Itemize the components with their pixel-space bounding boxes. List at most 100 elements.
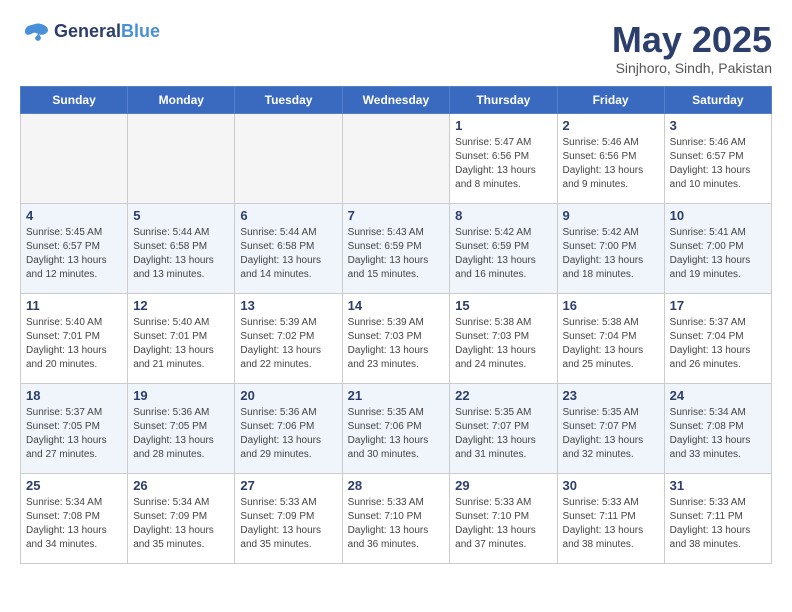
day-number: 13 [240,298,336,313]
day-number: 30 [563,478,659,493]
day-info: Sunrise: 5:33 AM Sunset: 7:11 PM Dayligh… [563,496,659,552]
day-number: 6 [240,208,336,223]
calendar-header-sunday: Sunday [21,86,128,113]
day-number: 24 [670,388,766,403]
calendar-header-monday: Monday [128,86,235,113]
day-number: 14 [348,298,445,313]
day-info: Sunrise: 5:35 AM Sunset: 7:07 PM Dayligh… [455,406,551,462]
calendar-table: SundayMondayTuesdayWednesdayThursdayFrid… [20,86,772,564]
page-header: GeneralBlue May 2025 Sinjhoro, Sindh, Pa… [20,20,772,76]
day-info: Sunrise: 5:37 AM Sunset: 7:05 PM Dayligh… [26,406,122,462]
day-info: Sunrise: 5:39 AM Sunset: 7:03 PM Dayligh… [348,316,445,372]
calendar-header-thursday: Thursday [450,86,557,113]
day-number: 31 [670,478,766,493]
calendar-day-cell: 11Sunrise: 5:40 AM Sunset: 7:01 PM Dayli… [21,293,128,383]
calendar-day-cell: 28Sunrise: 5:33 AM Sunset: 7:10 PM Dayli… [342,473,450,563]
calendar-day-cell: 30 Sunrise: 5:33 AM Sunset: 7:11 PM Dayli… [557,473,664,563]
day-number: 16 [563,298,659,313]
calendar-day-cell: 14 Sunrise: 5:39 AM Sunset: 7:03 PM Dayli… [342,293,450,383]
calendar-header-friday: Friday [557,86,664,113]
calendar-day-cell: 8 Sunrise: 5:42 AM Sunset: 6:59 PM Daylig… [450,203,557,293]
calendar-day-cell: 26Sunrise: 5:34 AM Sunset: 7:09 PM Dayli… [128,473,235,563]
calendar-header-row: SundayMondayTuesdayWednesdayThursdayFrid… [21,86,772,113]
day-info: Sunrise: 5:46 AM Sunset: 6:57 PM Dayligh… [670,136,766,192]
calendar-week-row: 1 Sunrise: 5:47 AM Sunset: 6:56 PM Daylig… [21,113,772,203]
day-info: Sunrise: 5:35 AM Sunset: 7:07 PM Dayligh… [563,406,659,462]
calendar-day-cell: 24 Sunrise: 5:34 AM Sunset: 7:08 PM Dayli… [664,383,771,473]
day-info: Sunrise: 5:45 AM Sunset: 6:57 PM Dayligh… [26,226,122,282]
day-number: 5 [133,208,229,223]
calendar-day-cell: 9 Sunrise: 5:42 AM Sunset: 7:00 PM Daylig… [557,203,664,293]
day-info: Sunrise: 5:41 AM Sunset: 7:00 PM Dayligh… [670,226,766,282]
day-number: 19 [133,388,229,403]
day-number: 8 [455,208,551,223]
calendar-header-wednesday: Wednesday [342,86,450,113]
day-number: 9 [563,208,659,223]
day-info: Sunrise: 5:35 AM Sunset: 7:06 PM Dayligh… [348,406,445,462]
calendar-day-cell: 21 Sunrise: 5:35 AM Sunset: 7:06 PM Dayli… [342,383,450,473]
calendar-header-tuesday: Tuesday [235,86,342,113]
day-info: Sunrise: 5:36 AM Sunset: 7:06 PM Dayligh… [240,406,336,462]
day-number: 4 [26,208,122,223]
day-number: 17 [670,298,766,313]
calendar-day-cell: 1 Sunrise: 5:47 AM Sunset: 6:56 PM Daylig… [450,113,557,203]
calendar-day-cell [235,113,342,203]
title-block: May 2025 Sinjhoro, Sindh, Pakistan [612,20,772,76]
day-info: Sunrise: 5:43 AM Sunset: 6:59 PM Dayligh… [348,226,445,282]
calendar-body: 1 Sunrise: 5:47 AM Sunset: 6:56 PM Daylig… [21,113,772,563]
day-number: 18 [26,388,122,403]
calendar-day-cell: 31 Sunrise: 5:33 AM Sunset: 7:11 PM Dayli… [664,473,771,563]
calendar-week-row: 4 Sunrise: 5:45 AM Sunset: 6:57 PM Daylig… [21,203,772,293]
calendar-day-cell: 23 Sunrise: 5:35 AM Sunset: 7:07 PM Dayli… [557,383,664,473]
calendar-week-row: 25Sunrise: 5:34 AM Sunset: 7:08 PM Dayli… [21,473,772,563]
day-info: Sunrise: 5:44 AM Sunset: 6:58 PM Dayligh… [240,226,336,282]
logo: GeneralBlue [20,20,160,44]
day-number: 12 [133,298,229,313]
day-info: Sunrise: 5:36 AM Sunset: 7:05 PM Dayligh… [133,406,229,462]
day-number: 28 [348,478,445,493]
day-info: Sunrise: 5:47 AM Sunset: 6:56 PM Dayligh… [455,136,551,192]
calendar-day-cell: 29 Sunrise: 5:33 AM Sunset: 7:10 PM Dayli… [450,473,557,563]
day-info: Sunrise: 5:40 AM Sunset: 7:01 PM Dayligh… [26,316,122,372]
day-number: 26 [133,478,229,493]
calendar-day-cell [21,113,128,203]
calendar-day-cell: 4 Sunrise: 5:45 AM Sunset: 6:57 PM Daylig… [21,203,128,293]
calendar-day-cell: 13 Sunrise: 5:39 AM Sunset: 7:02 PM Dayli… [235,293,342,383]
day-number: 25 [26,478,122,493]
day-number: 21 [348,388,445,403]
month-title: May 2025 [612,20,772,60]
day-info: Sunrise: 5:38 AM Sunset: 7:03 PM Dayligh… [455,316,551,372]
calendar-day-cell: 27Sunrise: 5:33 AM Sunset: 7:09 PM Dayli… [235,473,342,563]
day-info: Sunrise: 5:44 AM Sunset: 6:58 PM Dayligh… [133,226,229,282]
day-number: 23 [563,388,659,403]
day-info: Sunrise: 5:33 AM Sunset: 7:11 PM Dayligh… [670,496,766,552]
day-number: 29 [455,478,551,493]
day-info: Sunrise: 5:42 AM Sunset: 6:59 PM Dayligh… [455,226,551,282]
day-info: Sunrise: 5:42 AM Sunset: 7:00 PM Dayligh… [563,226,659,282]
day-number: 3 [670,118,766,133]
day-number: 1 [455,118,551,133]
calendar-day-cell: 25Sunrise: 5:34 AM Sunset: 7:08 PM Dayli… [21,473,128,563]
day-info: Sunrise: 5:34 AM Sunset: 7:08 PM Dayligh… [670,406,766,462]
logo-icon [20,20,50,44]
day-info: Sunrise: 5:39 AM Sunset: 7:02 PM Dayligh… [240,316,336,372]
day-info: Sunrise: 5:33 AM Sunset: 7:10 PM Dayligh… [455,496,551,552]
day-number: 10 [670,208,766,223]
calendar-day-cell: 22Sunrise: 5:35 AM Sunset: 7:07 PM Dayli… [450,383,557,473]
calendar-day-cell [128,113,235,203]
calendar-day-cell: 10 Sunrise: 5:41 AM Sunset: 7:00 PM Dayli… [664,203,771,293]
location: Sinjhoro, Sindh, Pakistan [612,60,772,76]
calendar-day-cell: 12 Sunrise: 5:40 AM Sunset: 7:01 PM Dayli… [128,293,235,383]
day-number: 20 [240,388,336,403]
day-number: 15 [455,298,551,313]
day-info: Sunrise: 5:40 AM Sunset: 7:01 PM Dayligh… [133,316,229,372]
logo-text: GeneralBlue [54,22,160,42]
calendar-week-row: 18 Sunrise: 5:37 AM Sunset: 7:05 PM Dayli… [21,383,772,473]
calendar-day-cell [342,113,450,203]
day-number: 7 [348,208,445,223]
calendar-day-cell: 2Sunrise: 5:46 AM Sunset: 6:56 PM Daylig… [557,113,664,203]
calendar-week-row: 11Sunrise: 5:40 AM Sunset: 7:01 PM Dayli… [21,293,772,383]
calendar-day-cell: 5 Sunrise: 5:44 AM Sunset: 6:58 PM Daylig… [128,203,235,293]
calendar-day-cell: 7 Sunrise: 5:43 AM Sunset: 6:59 PM Daylig… [342,203,450,293]
calendar-day-cell: 16Sunrise: 5:38 AM Sunset: 7:04 PM Dayli… [557,293,664,383]
